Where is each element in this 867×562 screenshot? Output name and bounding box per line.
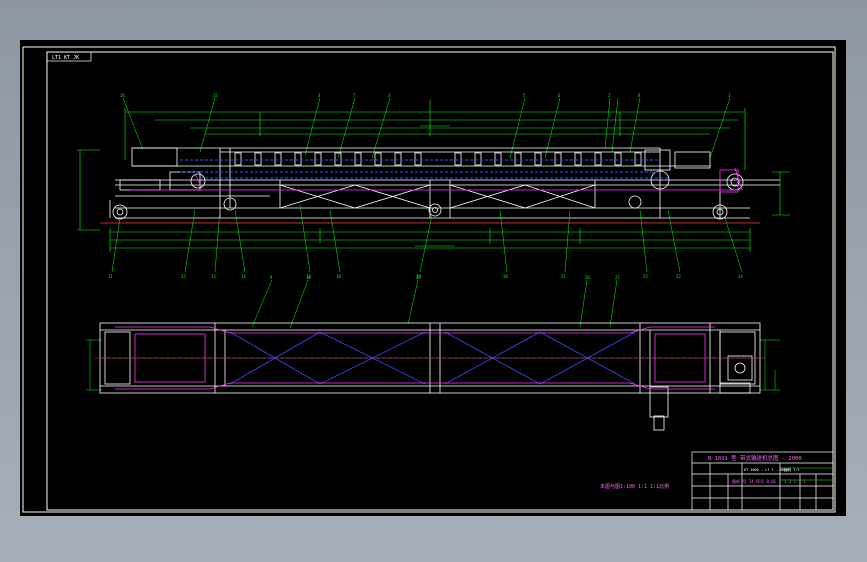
leaders-bottom [111, 204, 743, 273]
svg-text:10: 10 [306, 275, 311, 280]
svg-text:12: 12 [181, 274, 186, 279]
svg-text:21: 21 [561, 274, 566, 279]
svg-text:26: 26 [585, 275, 590, 280]
title-block-scale: 比例 1:1 [784, 467, 799, 472]
svg-text:4: 4 [318, 93, 321, 98]
svg-text:20: 20 [503, 274, 508, 279]
sheet-inner-frame [46, 51, 834, 511]
title-block-ratio: 1 2 1 : 1 [784, 479, 806, 484]
conveyor-frame-plan [99, 322, 761, 431]
plan-view: 9 10 25 26 27 [86, 275, 780, 431]
svg-text:24: 24 [738, 274, 743, 279]
sheet-outer-frame [22, 46, 836, 513]
conveyor-frame-elevation [109, 147, 780, 220]
cad-viewport[interactable]: LT1 KT JK 16 15 4 7 3 5 6 2 8 1 11 12 13… [0, 0, 867, 562]
svg-text:3: 3 [388, 93, 391, 98]
svg-text:1: 1 [728, 93, 731, 98]
leaders-plan [86, 279, 780, 391]
svg-text:22: 22 [643, 274, 648, 279]
svg-text:18: 18 [336, 274, 341, 279]
svg-text:9: 9 [270, 275, 273, 280]
elevation-view: 16 15 4 7 3 5 6 2 8 1 11 12 13 14 17 18 19 2… [77, 93, 790, 279]
svg-text:27: 27 [615, 275, 620, 280]
svg-text:7: 7 [353, 93, 356, 98]
balloon-labels-plan: 9 10 25 26 27 [270, 275, 620, 280]
corner-tag-text: LT1 KT JK [52, 55, 79, 61]
svg-text:14: 14 [241, 274, 246, 279]
drawing-svg: LT1 KT JK 16 15 4 7 3 5 6 2 8 1 11 12 13… [22, 46, 836, 513]
title-block-title: B 1011 型 带式输送机总图 - 2000 [708, 454, 802, 462]
svg-text:16: 16 [120, 93, 125, 98]
title-block-drawing-number: DT 1000 - LT 1 - 0000 [744, 468, 788, 472]
title-block-sheet-info: 图纸 号 74 序号 0.01 [732, 478, 777, 484]
balloon-labels-top: 16 15 4 7 3 5 6 2 8 1 [120, 93, 731, 98]
svg-text:23: 23 [676, 274, 681, 279]
top-dimensions [77, 100, 790, 252]
drawing-note: 本图与图1:100 1:1 1:1比例 [600, 483, 669, 490]
svg-text:5: 5 [523, 93, 526, 98]
svg-text:11: 11 [108, 274, 113, 279]
balloon-labels-bottom: 11 12 13 14 17 18 19 20 21 22 23 24 [108, 274, 743, 279]
svg-text:15: 15 [213, 93, 218, 98]
svg-text:25: 25 [416, 275, 421, 280]
svg-text:6: 6 [558, 93, 561, 98]
svg-text:8: 8 [638, 93, 641, 98]
belt-hidden-lines [180, 159, 670, 179]
svg-text:13: 13 [211, 274, 216, 279]
svg-text:2: 2 [608, 93, 611, 98]
title-block: B 1011 型 带式输送机总图 - 2000 DT 1000 - LT 1 -… [691, 451, 834, 511]
drawing-canvas[interactable]: LT1 KT JK 16 15 4 7 3 5 6 2 8 1 11 12 13… [20, 40, 846, 516]
